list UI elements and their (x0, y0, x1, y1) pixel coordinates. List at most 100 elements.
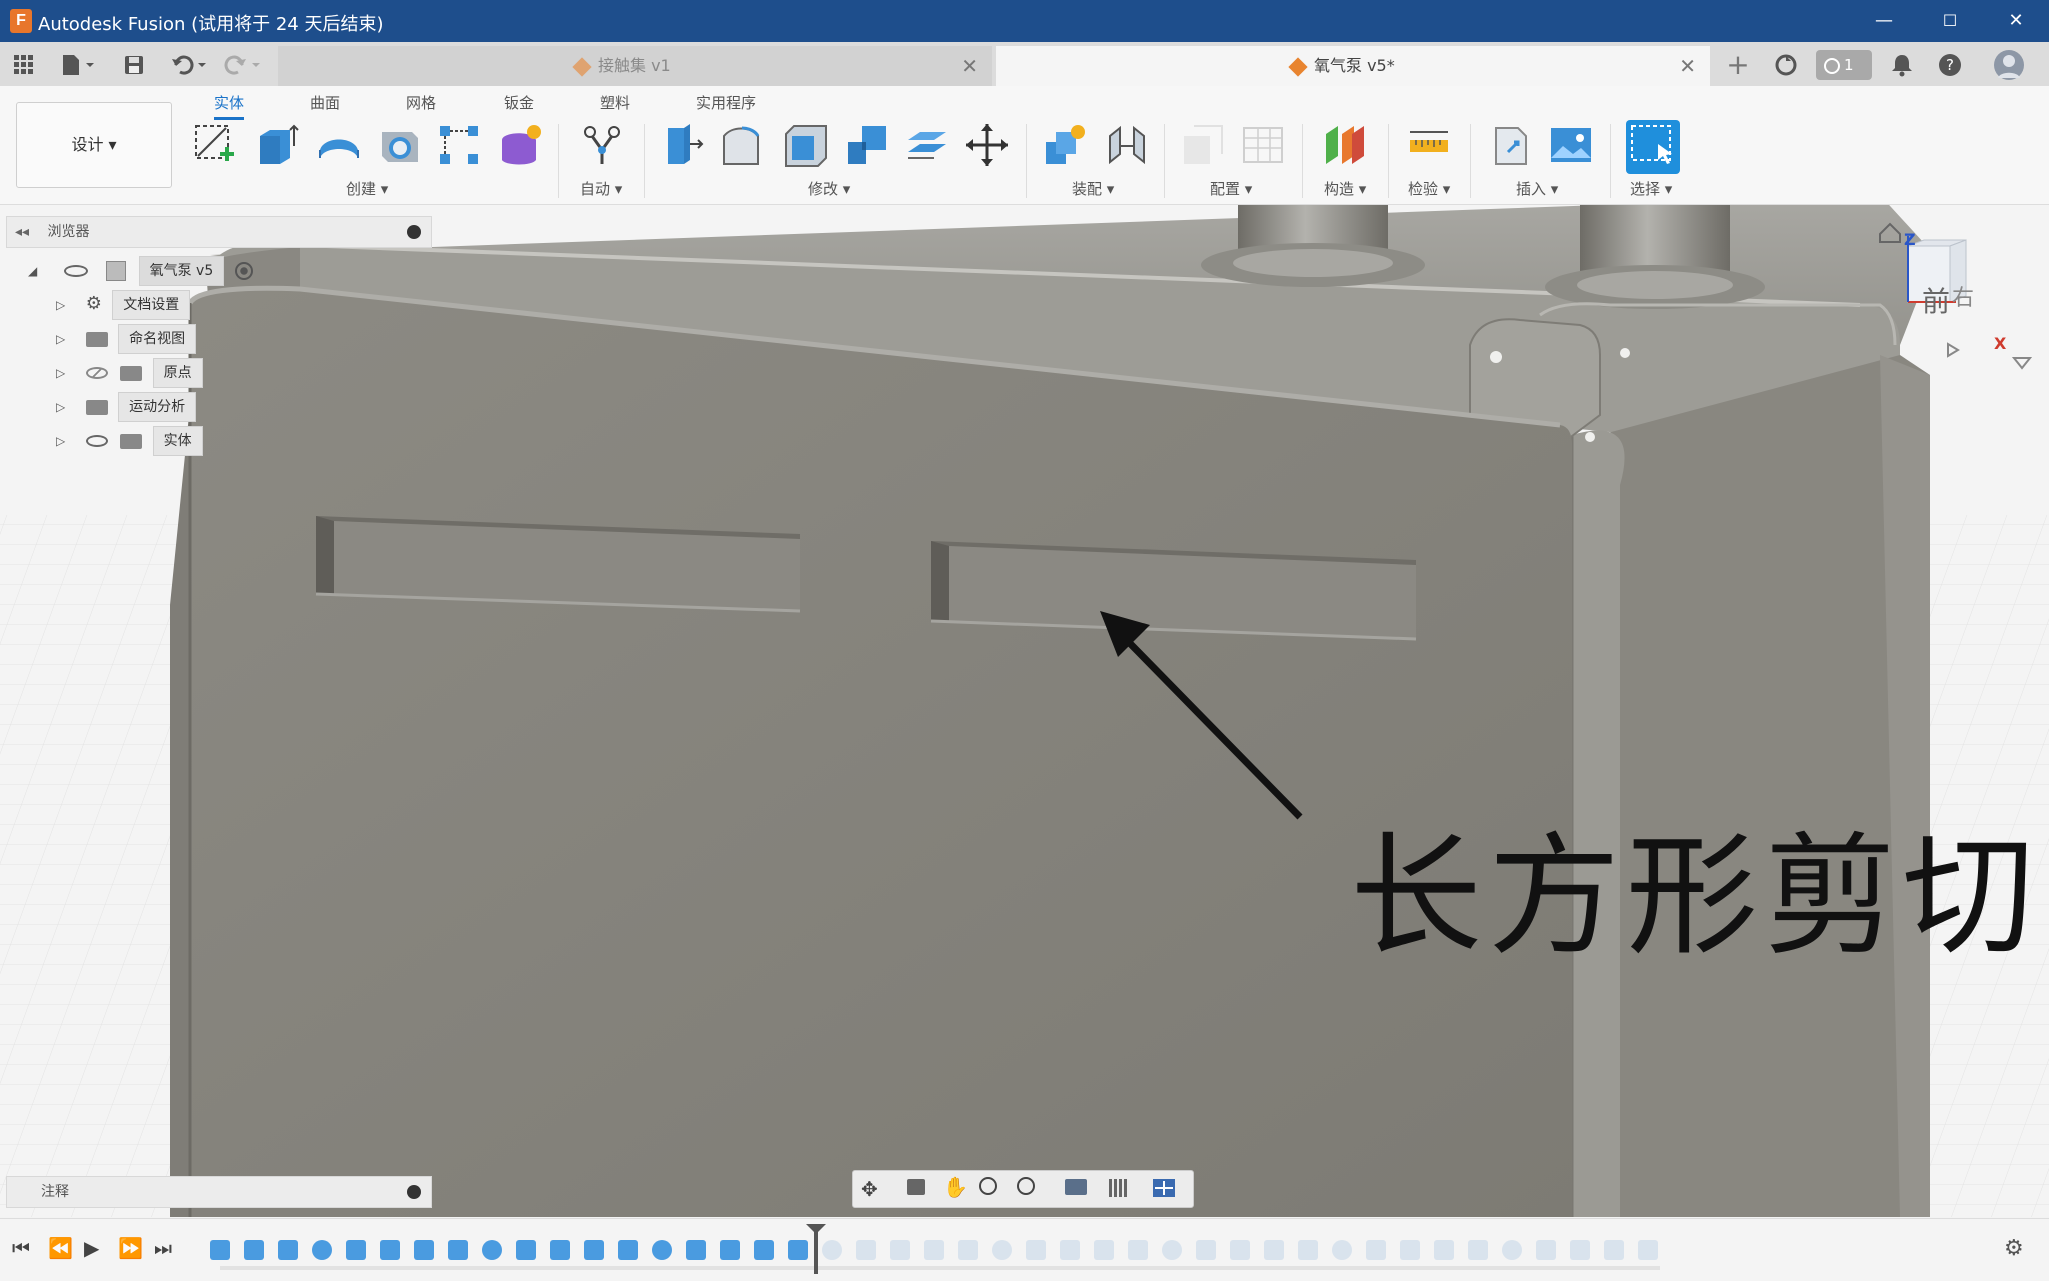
extensions-icon[interactable] (1770, 50, 1802, 80)
configuration-table-icon[interactable] (1240, 122, 1286, 168)
expand-triangle-icon[interactable]: ▷ (56, 400, 65, 414)
maximize-button[interactable]: ☐ (1918, 0, 1982, 42)
combine-icon[interactable] (844, 122, 890, 168)
group-assemble-label[interactable]: 装配 ▾ (1072, 178, 1114, 199)
timeline-track[interactable] (220, 1266, 1660, 1270)
group-inspect-label[interactable]: 检验 ▾ (1408, 178, 1450, 199)
timeline-feature-icon[interactable] (992, 1240, 1012, 1260)
3d-viewport[interactable] (0, 205, 2049, 1217)
timeline-prev-icon[interactable]: ⏪ (48, 1236, 73, 1260)
timeline-next-icon[interactable]: ⏩ (118, 1236, 143, 1260)
automate-icon[interactable] (580, 122, 626, 168)
timeline-feature-icon[interactable] (822, 1240, 842, 1260)
timeline-feature-icon[interactable] (414, 1240, 434, 1260)
zoom-icon[interactable] (979, 1177, 997, 1195)
redo-icon[interactable] (222, 50, 266, 80)
workspace-selector[interactable]: 设计 ▾ (16, 102, 172, 188)
joint-icon[interactable] (1104, 122, 1150, 168)
add-note-icon[interactable] (407, 1185, 421, 1199)
timeline-settings-gear-icon[interactable]: ⚙ (2004, 1236, 2024, 1261)
tab-plastic[interactable]: 塑料 (600, 92, 630, 113)
file-menu-icon[interactable] (56, 50, 100, 80)
timeline-play-icon[interactable]: ▶ (84, 1236, 99, 1260)
timeline-feature-icon[interactable] (1570, 1240, 1590, 1260)
timeline-feature-icon[interactable] (346, 1240, 366, 1260)
tab-oxygen-pump[interactable]: 氧气泵 v5* ✕ (996, 46, 1710, 86)
move-copy-icon[interactable] (964, 122, 1010, 168)
view-cube-menu-icon[interactable] (2011, 355, 2033, 370)
timeline-feature-icon[interactable] (1230, 1240, 1250, 1260)
eye-icon[interactable] (63, 265, 88, 277)
timeline-feature-icon[interactable] (720, 1240, 740, 1260)
group-automate-label[interactable]: 自动 ▾ (580, 178, 622, 199)
help-icon[interactable]: ? (1936, 50, 1964, 80)
close-window-button[interactable]: ✕ (1984, 0, 2048, 42)
panel-pin-icon[interactable] (407, 225, 421, 239)
browser-root-label[interactable]: 氧气泵 v5 (138, 256, 225, 286)
revolve-icon[interactable] (316, 122, 362, 168)
tab-sheet-metal[interactable]: 钣金 (504, 92, 534, 113)
offset-face-icon[interactable] (904, 122, 950, 168)
view-cube-right-face[interactable]: 右 (1952, 280, 1974, 312)
browser-item-motion-study[interactable]: ▷ 运动分析 (56, 392, 197, 422)
timeline-feature-icon[interactable] (482, 1240, 502, 1260)
display-settings-icon[interactable] (1065, 1179, 1087, 1195)
timeline-feature-icon[interactable] (1196, 1240, 1216, 1260)
view-cube-front-face[interactable]: 前 (1922, 280, 1950, 320)
timeline-feature-icon[interactable] (380, 1240, 400, 1260)
pan-hand-icon[interactable]: ✋ (943, 1175, 968, 1199)
timeline-feature-icon[interactable] (618, 1240, 638, 1260)
timeline-feature-icon[interactable] (754, 1240, 774, 1260)
offset-plane-icon[interactable] (1322, 122, 1368, 168)
job-status-button[interactable]: 1 (1816, 50, 1872, 80)
tab-utilities[interactable]: 实用程序 (696, 92, 756, 113)
timeline-feature-icon[interactable] (278, 1240, 298, 1260)
timeline-feature-icon[interactable] (1604, 1240, 1624, 1260)
timeline-feature-icon[interactable] (686, 1240, 706, 1260)
timeline-feature-icon[interactable] (244, 1240, 264, 1260)
insert-derive-icon[interactable] (1488, 122, 1534, 168)
grid-settings-icon[interactable] (1109, 1179, 1129, 1197)
undo-icon[interactable] (168, 50, 212, 80)
timeline-feature-icon[interactable] (1536, 1240, 1556, 1260)
browser-item-bodies[interactable]: ▷ 实体 (56, 426, 203, 456)
timeline-feature-icon[interactable] (1298, 1240, 1318, 1260)
timeline-feature-icon[interactable] (1094, 1240, 1114, 1260)
timeline-feature-icon[interactable] (958, 1240, 978, 1260)
create-sketch-icon[interactable] (192, 122, 238, 168)
browser-item-label[interactable]: 原点 (152, 358, 203, 388)
timeline-feature-icon[interactable] (1264, 1240, 1284, 1260)
extrude-icon[interactable] (254, 122, 300, 168)
fit-zoom-icon[interactable] (1017, 1177, 1035, 1195)
timeline-feature-icon[interactable] (1468, 1240, 1488, 1260)
group-modify-label[interactable]: 修改 ▾ (808, 178, 850, 199)
tab-solid[interactable]: 实体 (214, 92, 245, 120)
group-construct-label[interactable]: 构造 ▾ (1324, 178, 1366, 199)
timeline-feature-icon[interactable] (312, 1240, 332, 1260)
group-create-label[interactable]: 创建 ▾ (346, 178, 388, 199)
tab-mesh[interactable]: 网格 (406, 92, 436, 113)
group-insert-label[interactable]: 插入 ▾ (1516, 178, 1558, 199)
expand-triangle-icon[interactable]: ▷ (56, 366, 65, 380)
tab-contact-set[interactable]: 接触集 v1 ✕ (278, 46, 992, 86)
timeline-feature-icon[interactable] (856, 1240, 876, 1260)
timeline-feature-icon[interactable] (1128, 1240, 1148, 1260)
browser-item-origin[interactable]: ▷ 原点 (56, 358, 203, 388)
timeline-feature-icon[interactable] (550, 1240, 570, 1260)
user-avatar[interactable] (1994, 50, 2024, 80)
browser-item-label[interactable]: 运动分析 (118, 392, 197, 422)
press-pull-icon[interactable] (660, 122, 706, 168)
timeline-feature-icon[interactable] (1026, 1240, 1046, 1260)
look-at-icon[interactable] (907, 1179, 925, 1195)
notes-panel-header[interactable]: 注释 (6, 1176, 432, 1208)
timeline-feature-icon[interactable] (1366, 1240, 1386, 1260)
timeline-feature-icon[interactable] (584, 1240, 604, 1260)
select-icon[interactable] (1626, 120, 1680, 174)
new-tab-button[interactable]: + (1722, 50, 1754, 80)
timeline-feature-icon[interactable] (1502, 1240, 1522, 1260)
timeline-feature-icon[interactable] (1060, 1240, 1080, 1260)
shell-icon[interactable] (782, 122, 828, 168)
viewports-icon[interactable] (1153, 1179, 1175, 1197)
model-canvas[interactable] (0, 205, 2049, 1217)
timeline-feature-icon[interactable] (1638, 1240, 1658, 1260)
